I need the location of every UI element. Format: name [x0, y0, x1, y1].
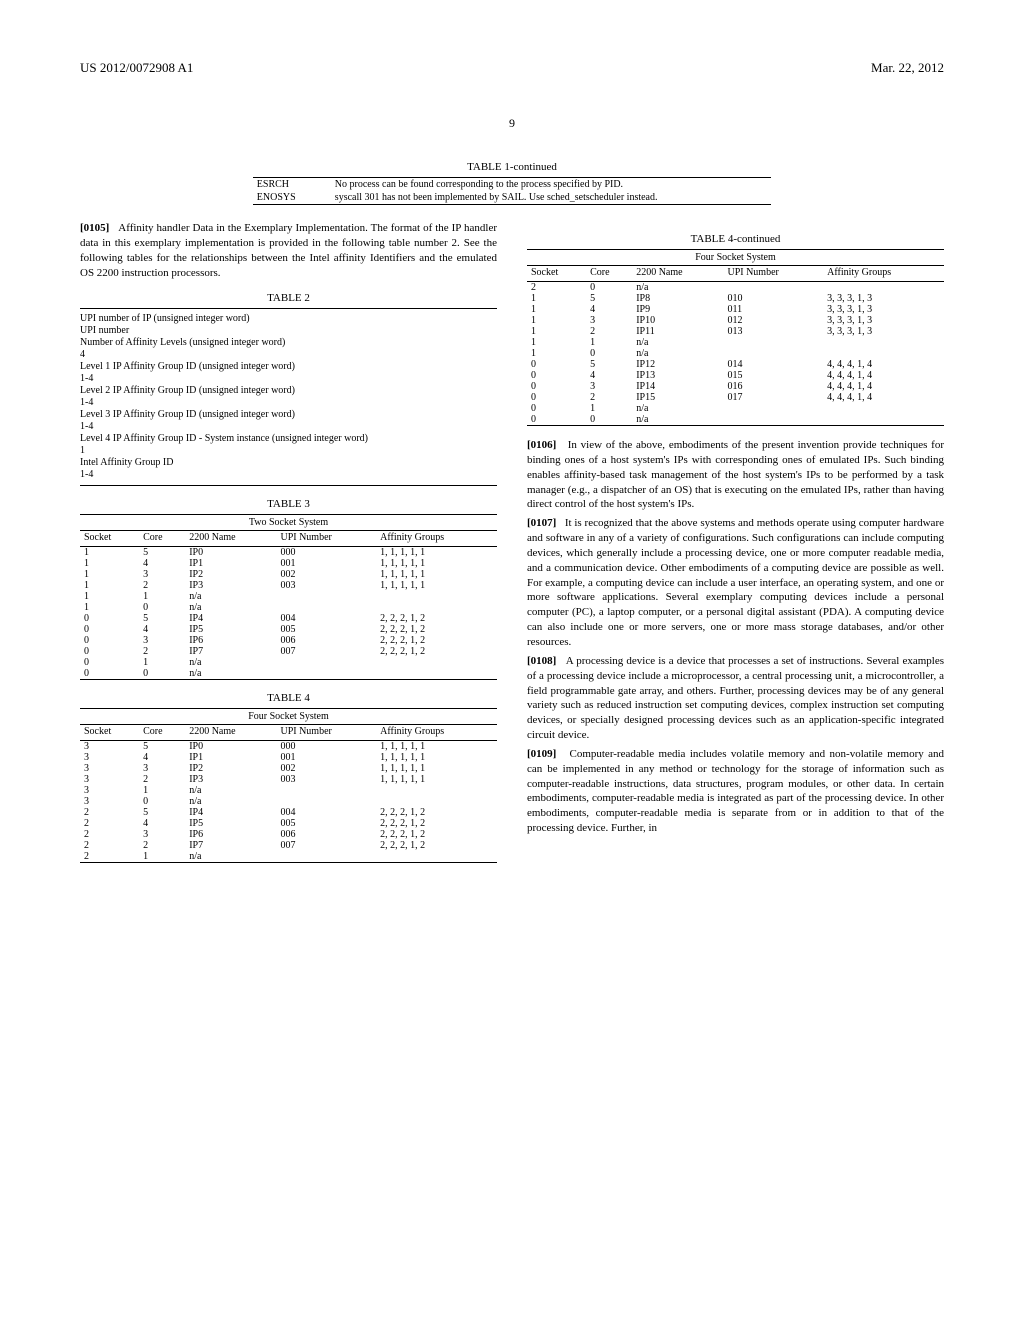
- column-header: Affinity Groups: [823, 266, 944, 282]
- column-header: Core: [586, 266, 632, 282]
- column-header: 2200 Name: [632, 266, 723, 282]
- table-row: 03IP60062, 2, 2, 1, 2: [80, 635, 497, 646]
- table-row: 11n/a: [80, 591, 497, 602]
- paragraph-text: It is recognized that the above systems …: [527, 517, 944, 648]
- table-row: 05IP120144, 4, 4, 1, 4: [527, 359, 944, 370]
- table-row: 12IP110133, 3, 3, 1, 3: [527, 326, 944, 337]
- table2-line: UPI number of IP (unsigned integer word): [80, 313, 497, 325]
- table2-line: Level 3 IP Affinity Group ID (unsigned i…: [80, 409, 497, 421]
- table-2: TABLE 2 UPI number of IP (unsigned integ…: [80, 292, 497, 486]
- paragraph-0107: [0107] It is recognized that the above s…: [527, 516, 944, 650]
- column-header: Core: [139, 725, 185, 741]
- page-header: US 2012/0072908 A1 Mar. 22, 2012: [80, 60, 944, 76]
- table-row: 24IP50052, 2, 2, 1, 2: [80, 818, 497, 829]
- table4-subtitle: Four Socket System: [80, 709, 497, 725]
- table-row: 02IP150174, 4, 4, 1, 4: [527, 392, 944, 403]
- table2-line: Level 1 IP Affinity Group ID (unsigned i…: [80, 361, 497, 373]
- table-row: 10n/a: [527, 348, 944, 359]
- table-row: 04IP50052, 2, 2, 1, 2: [80, 624, 497, 635]
- paragraph-number: [0109]: [527, 748, 556, 760]
- table-row: 15IP00001, 1, 1, 1, 1: [80, 547, 497, 559]
- table-row: 10n/a: [80, 602, 497, 613]
- column-header: Core: [139, 531, 185, 547]
- table-row: 11n/a: [527, 337, 944, 348]
- table-row: 21n/a: [80, 851, 497, 863]
- table2-line: 1-4: [80, 373, 497, 385]
- table2-title: TABLE 2: [80, 292, 497, 304]
- table-row: 34IP10011, 1, 1, 1, 1: [80, 752, 497, 763]
- table4c-subtitle: Four Socket System: [527, 250, 944, 266]
- table-row: 22IP70072, 2, 2, 1, 2: [80, 840, 497, 851]
- paragraph-number: [0105]: [80, 222, 109, 234]
- table-row: 35IP00001, 1, 1, 1, 1: [80, 741, 497, 753]
- paragraph-0105: [0105] Affinity handler Data in the Exem…: [80, 221, 497, 280]
- table-row: 01n/a: [527, 403, 944, 414]
- table-row: 00n/a: [527, 414, 944, 426]
- column-header: UPI Number: [276, 725, 376, 741]
- paragraph-number: [0107]: [527, 517, 556, 529]
- table-row: 14IP90113, 3, 3, 1, 3: [527, 304, 944, 315]
- column-header: Socket: [527, 266, 586, 282]
- table-row: 23IP60062, 2, 2, 1, 2: [80, 829, 497, 840]
- table2-line: 1-4: [80, 421, 497, 433]
- table-3: TABLE 3 Two Socket System SocketCore2200…: [80, 498, 497, 680]
- page-number: 9: [80, 116, 944, 131]
- column-header: Socket: [80, 531, 139, 547]
- table-row: 25IP40042, 2, 2, 1, 2: [80, 807, 497, 818]
- column-header: 2200 Name: [185, 531, 276, 547]
- table-4-continued: TABLE 4-continued Four Socket System Soc…: [527, 233, 944, 426]
- column-header: UPI Number: [276, 531, 376, 547]
- table-row: 02IP70072, 2, 2, 1, 2: [80, 646, 497, 657]
- column-header: Affinity Groups: [376, 531, 497, 547]
- table-row: 00n/a: [80, 668, 497, 680]
- table-row: 32IP30031, 1, 1, 1, 1: [80, 774, 497, 785]
- table2-line: 1-4: [80, 397, 497, 409]
- paragraph-text: Affinity handler Data in the Exemplary I…: [80, 222, 497, 279]
- paragraph-text: In view of the above, embodiments of the…: [527, 439, 944, 510]
- column-header: Affinity Groups: [376, 725, 497, 741]
- paragraph-text: Computer-readable media includes volatil…: [527, 748, 944, 834]
- table4c-title: TABLE 4-continued: [527, 233, 944, 245]
- table-row: 13IP20021, 1, 1, 1, 1: [80, 569, 497, 580]
- table-row: 03IP140164, 4, 4, 1, 4: [527, 381, 944, 392]
- table-row: ENOSYSsyscall 301 has not been implement…: [253, 191, 771, 205]
- column-header: Socket: [80, 725, 139, 741]
- column-header: UPI Number: [723, 266, 823, 282]
- table3-subtitle: Two Socket System: [80, 515, 497, 531]
- table-row: 04IP130154, 4, 4, 1, 4: [527, 370, 944, 381]
- table2-line: Level 4 IP Affinity Group ID - System in…: [80, 433, 497, 445]
- publication-date: Mar. 22, 2012: [871, 60, 944, 76]
- paragraph-0109: [0109] Computer-readable media includes …: [527, 747, 944, 836]
- table4-title: TABLE 4: [80, 692, 497, 704]
- paragraph-number: [0106]: [527, 439, 556, 451]
- table2-line: Number of Affinity Levels (unsigned inte…: [80, 337, 497, 349]
- publication-number: US 2012/0072908 A1: [80, 60, 193, 76]
- table1-title: TABLE 1-continued: [80, 161, 944, 173]
- paragraph-text: A processing device is a device that pro…: [527, 655, 944, 741]
- paragraph-0106: [0106] In view of the above, embodiments…: [527, 438, 944, 512]
- table-row: 20n/a: [527, 282, 944, 294]
- table-1-continued: TABLE 1-continued ESRCHNo process can be…: [80, 161, 944, 205]
- table2-line: 4: [80, 349, 497, 361]
- column-header: 2200 Name: [185, 725, 276, 741]
- table-row: 33IP20021, 1, 1, 1, 1: [80, 763, 497, 774]
- table-row: 01n/a: [80, 657, 497, 668]
- paragraph-number: [0108]: [527, 655, 556, 667]
- table-row: 05IP40042, 2, 2, 1, 2: [80, 613, 497, 624]
- table-4: TABLE 4 Four Socket System SocketCore220…: [80, 692, 497, 863]
- table-row: 12IP30031, 1, 1, 1, 1: [80, 580, 497, 591]
- table2-line: Level 2 IP Affinity Group ID (unsigned i…: [80, 385, 497, 397]
- table-row: 30n/a: [80, 796, 497, 807]
- table3-title: TABLE 3: [80, 498, 497, 510]
- paragraph-0108: [0108] A processing device is a device t…: [527, 654, 944, 743]
- table2-line: Intel Affinity Group ID: [80, 457, 497, 469]
- table-row: 31n/a: [80, 785, 497, 796]
- table-row: 15IP80103, 3, 3, 1, 3: [527, 293, 944, 304]
- table-row: 13IP100123, 3, 3, 1, 3: [527, 315, 944, 326]
- table2-line: UPI number: [80, 325, 497, 337]
- table2-line: 1: [80, 445, 497, 457]
- table2-line: 1-4: [80, 469, 497, 481]
- table-row: 14IP10011, 1, 1, 1, 1: [80, 558, 497, 569]
- table-row: ESRCHNo process can be found correspondi…: [253, 178, 771, 192]
